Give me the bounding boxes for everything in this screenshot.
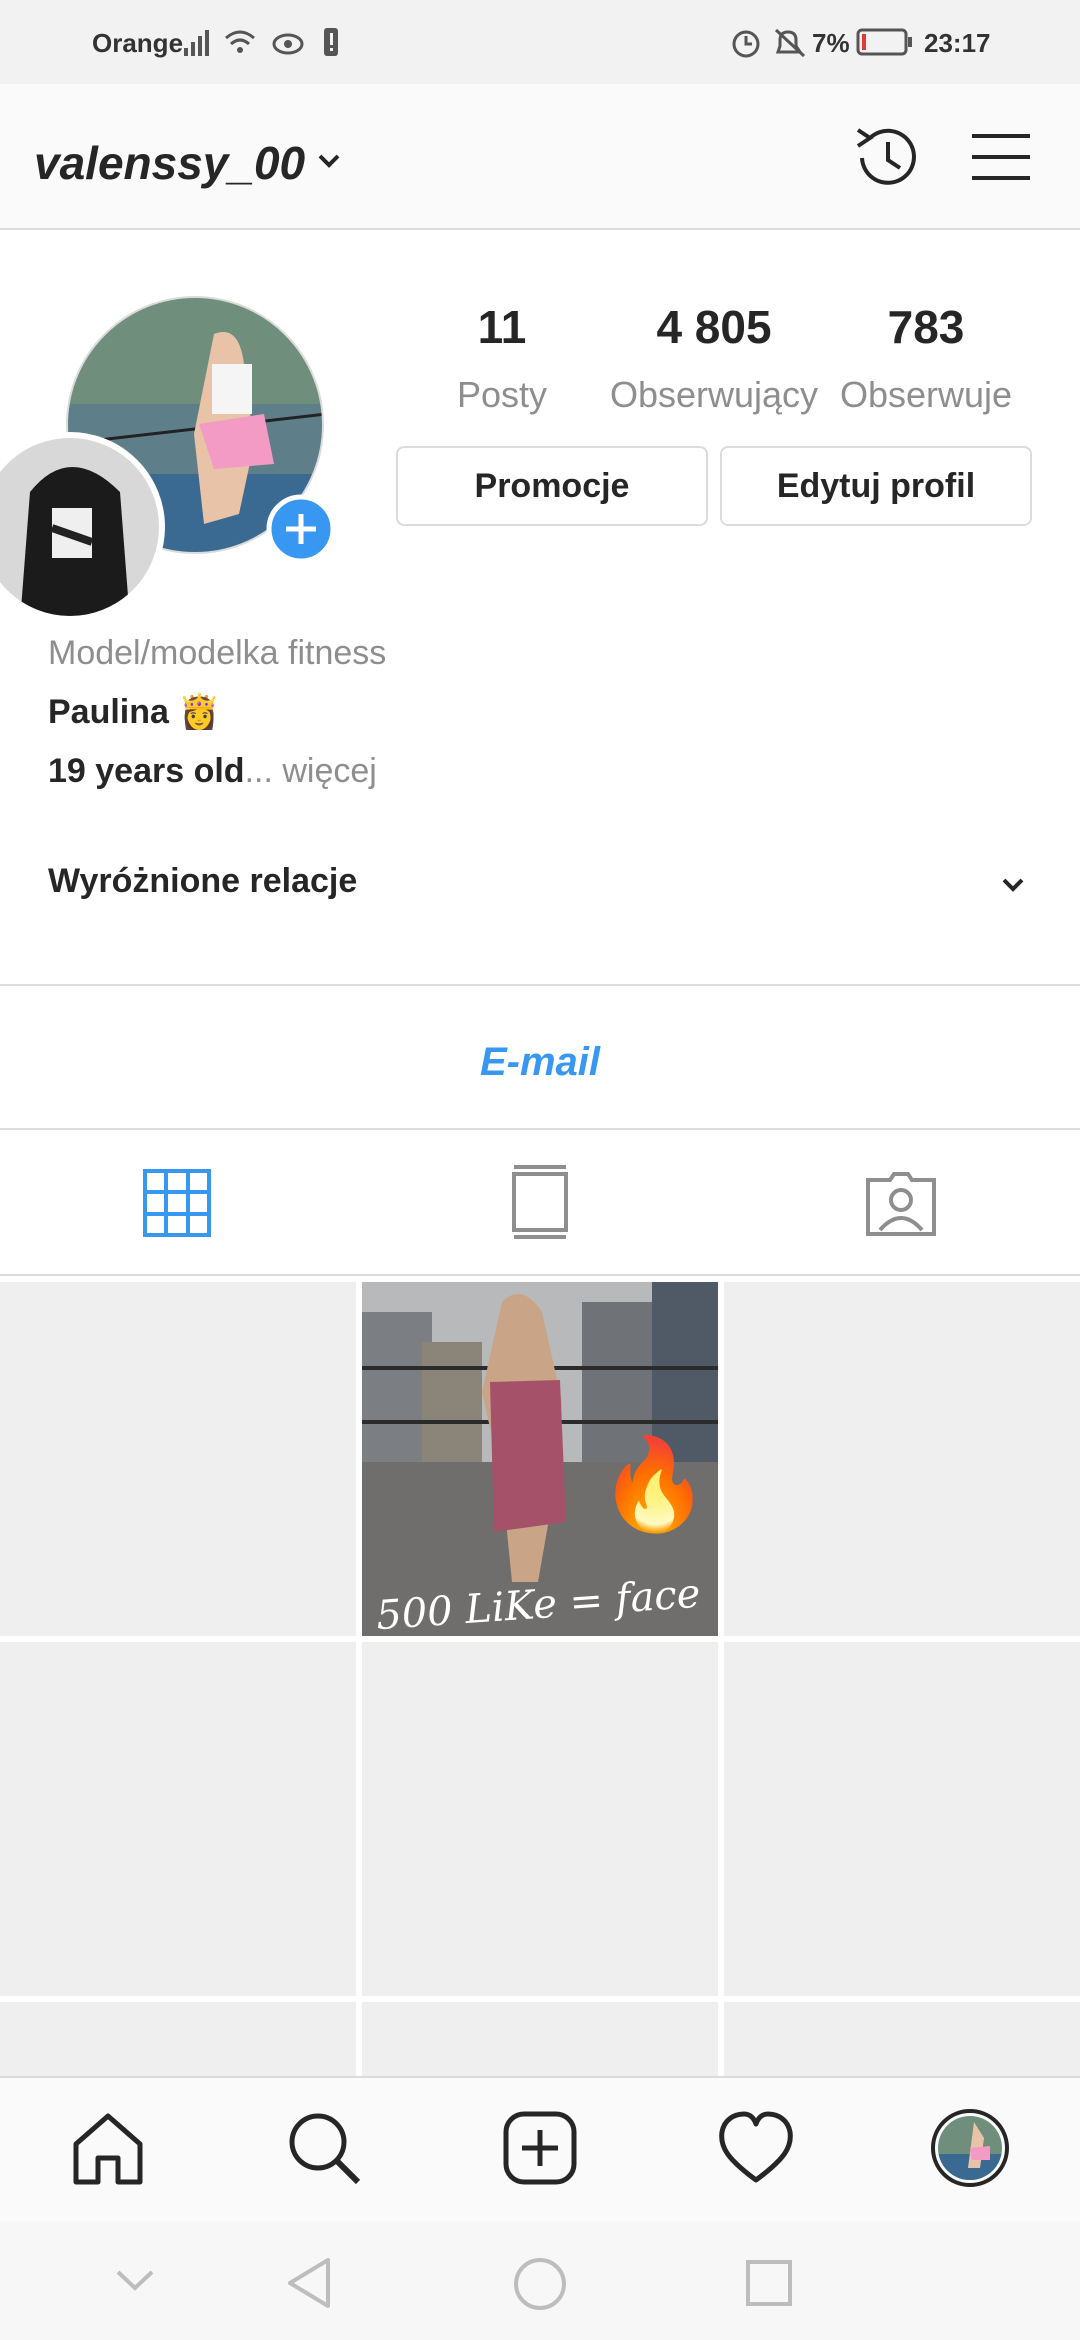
collapse-chevron-icon[interactable] [112,2264,158,2294]
grid-placeholder [0,2002,356,2076]
email-button[interactable]: E-mail [0,1040,1080,1085]
grid-placeholder [724,1282,1080,1636]
chevron-down-icon[interactable] [314,146,344,176]
grid-view-tab-icon[interactable] [142,1168,212,1238]
bio-line: 19 years old [48,752,245,790]
notification-icon [324,28,338,56]
menu-icon[interactable] [968,124,1034,190]
grid-placeholder [362,2002,718,2076]
bottom-navigation [0,2076,1080,2222]
bio-category: Model/modelka fitness [48,634,387,672]
status-bar: Orange 7% 23:17 [0,0,1080,84]
profile-header: valenssy_00 [0,84,1080,230]
posts-count[interactable]: 11 [382,300,622,354]
carrier-label: Orange [92,28,184,58]
grid-placeholder [0,1282,356,1636]
grid-placeholder [724,2002,1080,2076]
followers-label[interactable]: Obserwujący [594,374,834,416]
divider [0,984,1080,986]
recent-apps-icon[interactable] [744,2258,794,2308]
following-count[interactable]: 783 [806,300,1046,354]
username-title[interactable]: valenssy_00 [34,136,305,190]
system-navigation-bar [0,2222,1080,2340]
igtv-feed-tab-icon[interactable] [508,1164,572,1240]
secondary-account-avatar[interactable] [0,432,166,622]
bio-name: Paulina 👸 [48,693,221,731]
bio-more-link[interactable]: ... więcej [245,752,377,790]
history-icon[interactable] [848,120,924,196]
tagged-tab-icon[interactable] [864,1170,938,1238]
divider [0,1274,1080,1276]
activity-heart-icon[interactable] [716,2110,796,2186]
search-icon[interactable] [284,2108,364,2188]
new-post-icon[interactable] [500,2108,580,2188]
post-thumbnail[interactable]: 🔥 500 LiKe = face [362,1282,718,1636]
clock-time: 23:17 [924,28,991,58]
following-label[interactable]: Obserwuje [806,374,1046,416]
promotions-button[interactable]: Promocje [396,446,708,526]
highlights-label[interactable]: Wyróżnione relacje [48,862,357,901]
followers-count[interactable]: 4 805 [594,300,834,354]
bio-text: 19 years old... więcej [48,752,377,791]
edit-profile-button[interactable]: Edytuj profil [720,446,1032,526]
battery-percent: 7% [812,28,850,58]
add-story-icon[interactable] [266,494,336,564]
home-circle-icon[interactable] [512,2256,568,2312]
divider [0,1128,1080,1130]
grid-placeholder [0,1642,356,1996]
home-icon[interactable] [68,2108,148,2188]
highlights-chevron-icon[interactable] [996,868,1030,902]
fire-emoji: 🔥 [598,1435,711,1535]
battery-icon [856,28,912,56]
alarm-mute-icons [732,28,806,58]
profile-tab-avatar[interactable] [930,2108,1010,2188]
back-icon[interactable] [284,2256,334,2310]
grid-placeholder [362,1642,718,1996]
posts-label[interactable]: Posty [382,374,622,416]
signal-wifi-eye-icons [184,30,304,56]
grid-placeholder [724,1642,1080,1996]
